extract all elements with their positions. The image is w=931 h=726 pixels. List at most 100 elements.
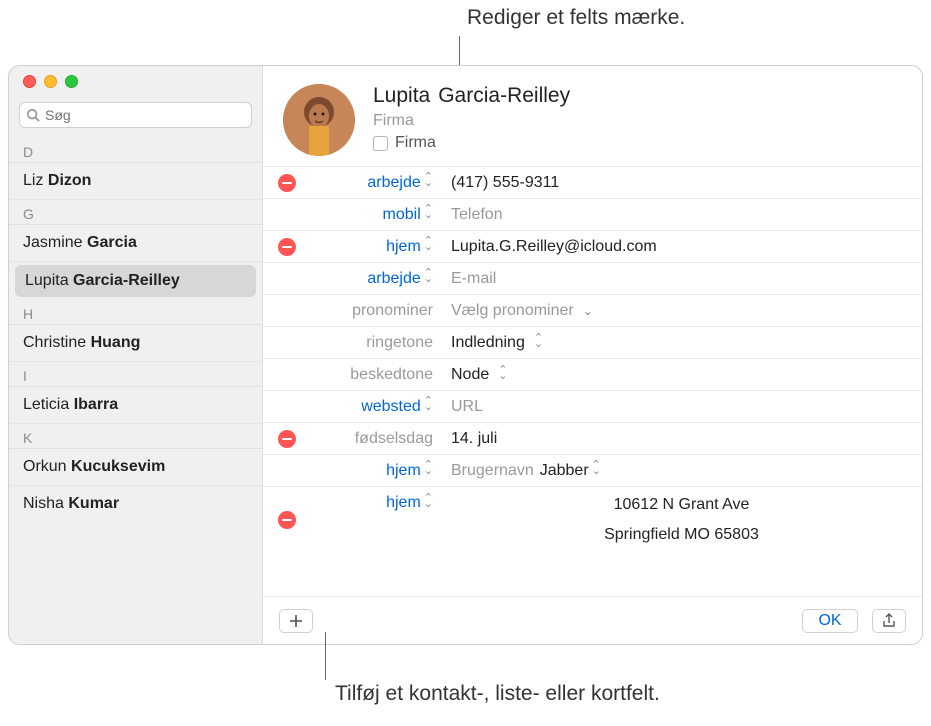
section-header-h: H	[9, 300, 262, 325]
address-value[interactable]: 10612 N Grant Ave Springfield MO 65803	[441, 489, 922, 551]
contact-first-name: Orkun	[23, 458, 67, 475]
contact-first-name: Liz	[23, 172, 43, 189]
contact-card-detail: Lupita Garcia-Reilley Firma Firma arbejd…	[263, 66, 922, 644]
avatar[interactable]	[283, 84, 355, 156]
section-header-d: D	[9, 138, 262, 163]
im-service-dropdown[interactable]: Jabber	[540, 462, 601, 480]
first-name-field[interactable]: Lupita	[373, 84, 430, 108]
birthday-label: fødselsdag	[311, 430, 441, 448]
field-label-text: hjem	[386, 494, 421, 511]
close-window-button[interactable]	[23, 75, 36, 88]
list-item[interactable]: Orkun Kucuksevim	[9, 449, 262, 486]
sidebar: D Liz Dizon G Jasmine Garcia Lupita Garc…	[9, 66, 263, 644]
contact-first-name: Jasmine	[23, 234, 83, 251]
contact-name[interactable]: Lupita Garcia-Reilley	[373, 84, 570, 108]
pronouns-dropdown[interactable]: Vælg pronominer ⌄	[441, 302, 922, 320]
updown-icon	[592, 463, 601, 477]
contact-last-name: Garcia	[87, 234, 137, 251]
updown-icon	[424, 463, 433, 477]
updown-icon	[424, 207, 433, 221]
contact-last-name: Ibarra	[74, 396, 118, 413]
field-label-text: hjem	[386, 238, 421, 255]
updown-icon	[424, 271, 433, 285]
contact-first-name: Lupita	[25, 272, 69, 289]
texttone-value: Node	[451, 366, 489, 384]
field-label-text: mobil	[383, 206, 421, 223]
field-label-text: websted	[361, 398, 421, 415]
minimize-window-button[interactable]	[44, 75, 57, 88]
contact-last-name: Garcia-Reilley	[73, 272, 180, 289]
pronouns-label: pronominer	[311, 302, 441, 320]
company-checkbox-label: Firma	[395, 134, 436, 152]
texttone-label: beskedtone	[311, 366, 441, 384]
email-work-placeholder[interactable]: E-mail	[441, 270, 922, 288]
plus-icon	[289, 614, 303, 628]
section-header-i: I	[9, 362, 262, 387]
field-label-dropdown[interactable]: hjem	[311, 462, 441, 480]
ok-button[interactable]: OK	[802, 609, 858, 633]
website-placeholder[interactable]: URL	[441, 398, 922, 416]
contact-last-name: Dizon	[48, 172, 92, 189]
window-controls	[9, 66, 262, 96]
updown-icon	[424, 239, 433, 253]
share-button[interactable]	[872, 609, 906, 633]
phone-work-value[interactable]: (417) 555-9311	[441, 174, 922, 192]
phone-mobile-placeholder[interactable]: Telefon	[441, 206, 922, 224]
search-icon	[26, 108, 40, 122]
updown-icon	[424, 496, 433, 510]
fullscreen-window-button[interactable]	[65, 75, 78, 88]
list-item[interactable]: Liz Dizon	[9, 163, 262, 200]
field-label-dropdown[interactable]: arbejde	[311, 174, 441, 192]
list-item[interactable]: Leticia Ibarra	[9, 387, 262, 424]
updown-icon	[534, 336, 543, 350]
field-label-dropdown[interactable]: hjem	[311, 238, 441, 256]
address-line1: 10612 N Grant Ave	[614, 493, 750, 517]
list-item-selected[interactable]: Lupita Garcia-Reilley	[15, 265, 256, 297]
pronouns-placeholder: Vælg pronominer	[451, 302, 574, 320]
contact-last-name: Kumar	[68, 495, 119, 512]
list-item[interactable]: Jasmine Garcia	[9, 225, 262, 262]
email-home-value[interactable]: Lupita.G.Reilley@icloud.com	[441, 238, 922, 256]
add-field-button[interactable]	[279, 609, 313, 633]
contact-first-name: Christine	[23, 334, 86, 351]
list-item[interactable]: Christine Huang	[9, 325, 262, 362]
updown-icon	[424, 399, 433, 413]
field-label-text: arbejde	[367, 270, 420, 287]
address-line2: Springfield MO 65803	[604, 523, 759, 547]
field-label-text: arbejde	[367, 174, 420, 191]
contact-last-name: Kucuksevim	[71, 458, 165, 475]
list-item[interactable]: Nisha Kumar	[9, 486, 262, 522]
ringtone-label: ringetone	[311, 334, 441, 352]
callout-edit-label: Rediger et felts mærke.	[467, 6, 685, 30]
remove-field-button[interactable]	[278, 430, 296, 448]
field-label-text: hjem	[386, 462, 421, 479]
field-label-dropdown[interactable]: websted	[311, 398, 441, 416]
company-checkbox[interactable]	[373, 136, 388, 151]
chevron-down-icon: ⌄	[583, 304, 593, 318]
contacts-window: D Liz Dizon G Jasmine Garcia Lupita Garc…	[8, 65, 923, 645]
contact-first-name: Nisha	[23, 495, 64, 512]
field-label-dropdown[interactable]: arbejde	[311, 270, 441, 288]
callout-add-field: Tilføj et kontakt-, liste- eller kortfel…	[335, 682, 660, 706]
im-username-placeholder[interactable]: Brugernavn	[451, 462, 534, 480]
contact-first-name: Leticia	[23, 396, 69, 413]
ringtone-value: Indledning	[451, 334, 525, 352]
texttone-dropdown[interactable]: Node	[441, 366, 922, 384]
remove-field-button[interactable]	[278, 511, 296, 529]
search-field[interactable]	[19, 102, 252, 128]
share-icon	[881, 613, 897, 629]
company-field[interactable]: Firma	[373, 112, 570, 130]
im-service-value: Jabber	[540, 462, 589, 479]
remove-field-button[interactable]	[278, 238, 296, 256]
section-header-k: K	[9, 424, 262, 449]
callout-line-bottom	[325, 632, 326, 680]
field-label-dropdown[interactable]: mobil	[311, 206, 441, 224]
contact-last-name: Huang	[91, 334, 141, 351]
last-name-field[interactable]: Garcia-Reilley	[438, 84, 570, 108]
birthday-value[interactable]: 14. juli	[441, 430, 922, 448]
updown-icon	[424, 175, 433, 189]
ringtone-dropdown[interactable]: Indledning	[441, 334, 922, 352]
field-label-dropdown[interactable]: hjem	[311, 489, 441, 512]
remove-field-button[interactable]	[278, 174, 296, 192]
search-input[interactable]	[45, 107, 245, 123]
